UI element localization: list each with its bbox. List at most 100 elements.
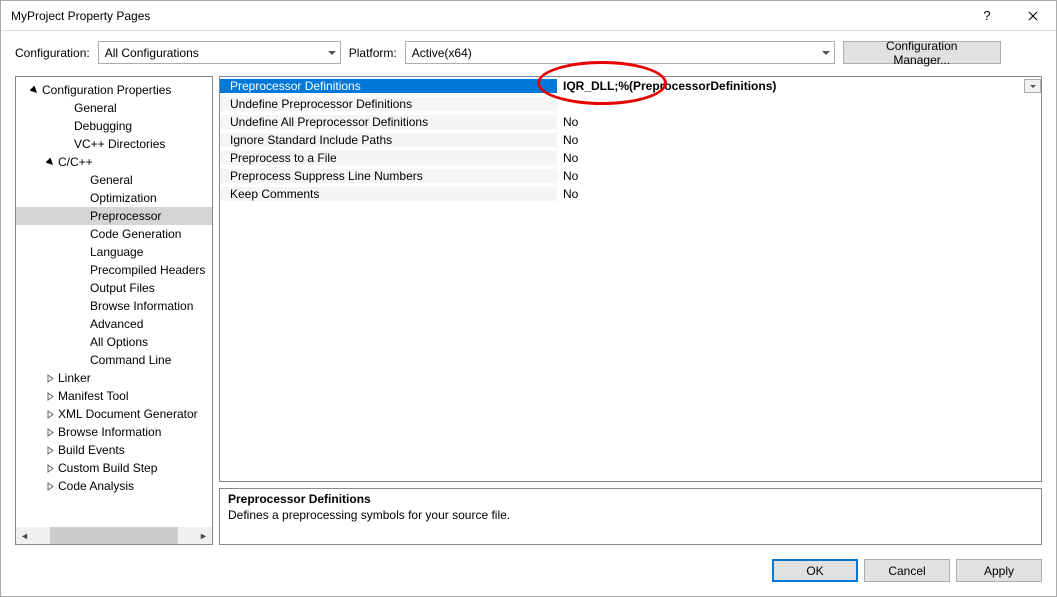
tree-row[interactable]: XML Document Generator bbox=[16, 405, 212, 423]
tree-label: Code Generation bbox=[90, 227, 181, 241]
scroll-left-arrow[interactable]: ◄ bbox=[16, 527, 33, 544]
ok-button[interactable]: OK bbox=[772, 559, 858, 582]
tree-label: Precompiled Headers bbox=[90, 263, 205, 277]
expander-closed-icon[interactable] bbox=[42, 410, 58, 419]
tree-label: General bbox=[90, 173, 133, 187]
window-title: MyProject Property Pages bbox=[11, 9, 964, 23]
expander-closed-icon[interactable] bbox=[42, 392, 58, 401]
property-value[interactable]: IQR_DLL;%(PreprocessorDefinitions) bbox=[557, 79, 1041, 93]
tree-label: Advanced bbox=[90, 317, 143, 331]
tree-row[interactable]: Custom Build Step bbox=[16, 459, 212, 477]
tree-row[interactable]: Code Analysis bbox=[16, 477, 212, 495]
tree-label: Browse Information bbox=[90, 299, 193, 313]
tree-row[interactable]: All Options bbox=[16, 333, 212, 351]
property-row[interactable]: Undefine All Preprocessor DefinitionsNo bbox=[220, 113, 1041, 131]
property-row[interactable]: Undefine Preprocessor Definitions bbox=[220, 95, 1041, 113]
close-button[interactable] bbox=[1010, 1, 1056, 31]
expander-open-icon[interactable] bbox=[42, 158, 58, 167]
chevron-down-icon bbox=[822, 51, 830, 55]
expander-closed-icon[interactable] bbox=[42, 374, 58, 383]
tree-row[interactable]: Debugging bbox=[16, 117, 212, 135]
tree-row[interactable]: Build Events bbox=[16, 441, 212, 459]
tree-label: Linker bbox=[58, 371, 91, 385]
scroll-thumb[interactable] bbox=[33, 527, 195, 544]
tree-row[interactable]: Browse Information bbox=[16, 297, 212, 315]
property-name: Undefine All Preprocessor Definitions bbox=[220, 115, 557, 129]
tree-row[interactable]: General bbox=[16, 171, 212, 189]
tree-row[interactable]: Precompiled Headers bbox=[16, 261, 212, 279]
configuration-manager-button[interactable]: Configuration Manager... bbox=[843, 41, 1001, 64]
tree-row[interactable]: Optimization bbox=[16, 189, 212, 207]
configuration-label: Configuration: bbox=[15, 46, 90, 60]
property-row[interactable]: Ignore Standard Include PathsNo bbox=[220, 131, 1041, 149]
tree-label: Command Line bbox=[90, 353, 171, 367]
tree-row[interactable]: Command Line bbox=[16, 351, 212, 369]
dialog-buttons: OK Cancel Apply bbox=[1, 549, 1056, 596]
property-name: Preprocess Suppress Line Numbers bbox=[220, 169, 557, 183]
tree-row[interactable]: Language bbox=[16, 243, 212, 261]
tree-row[interactable]: Preprocessor bbox=[16, 207, 212, 225]
property-value[interactable]: No bbox=[557, 169, 1041, 183]
property-name: Preprocessor Definitions bbox=[220, 79, 557, 93]
chevron-down-icon bbox=[1030, 85, 1036, 88]
property-row[interactable]: Preprocessor DefinitionsIQR_DLL;%(Prepro… bbox=[220, 77, 1041, 95]
tree-row[interactable]: Advanced bbox=[16, 315, 212, 333]
property-value[interactable]: No bbox=[557, 187, 1041, 201]
configuration-dropdown[interactable]: All Configurations bbox=[98, 41, 341, 64]
tree-row[interactable]: General bbox=[16, 99, 212, 117]
main-area: Configuration Properties General Debugging… bbox=[1, 76, 1056, 549]
platform-dropdown[interactable]: Active(x64) bbox=[405, 41, 835, 64]
tree-label: Custom Build Step bbox=[58, 461, 157, 475]
titlebar: MyProject Property Pages ? bbox=[1, 1, 1056, 31]
horizontal-scrollbar[interactable]: ◄ ► bbox=[16, 527, 212, 544]
tree-row[interactable]: Code Generation bbox=[16, 225, 212, 243]
expander-closed-icon[interactable] bbox=[42, 482, 58, 491]
tree-label: Optimization bbox=[90, 191, 157, 205]
tree-label: Configuration Properties bbox=[42, 83, 171, 97]
tree-label: Build Events bbox=[58, 443, 125, 457]
tree-row[interactable]: Browse Information bbox=[16, 423, 212, 441]
property-row[interactable]: Preprocess Suppress Line NumbersNo bbox=[220, 167, 1041, 185]
property-value[interactable]: No bbox=[557, 151, 1041, 165]
chevron-down-icon bbox=[328, 51, 336, 55]
expander-closed-icon[interactable] bbox=[42, 464, 58, 473]
tree-label: C/C++ bbox=[58, 155, 93, 169]
property-name: Undefine Preprocessor Definitions bbox=[220, 97, 557, 111]
tree-label: All Options bbox=[90, 335, 148, 349]
apply-button[interactable]: Apply bbox=[956, 559, 1042, 582]
configuration-value: All Configurations bbox=[105, 46, 199, 60]
tree-label: Code Analysis bbox=[58, 479, 134, 493]
expander-open-icon[interactable] bbox=[26, 86, 42, 95]
tree-label: General bbox=[74, 101, 117, 115]
tree-row[interactable]: Linker bbox=[16, 369, 212, 387]
description-text: Defines a preprocessing symbols for your… bbox=[228, 508, 1033, 522]
property-name: Ignore Standard Include Paths bbox=[220, 133, 557, 147]
property-value[interactable]: No bbox=[557, 115, 1041, 129]
expander-closed-icon[interactable] bbox=[42, 446, 58, 455]
property-row[interactable]: Keep CommentsNo bbox=[220, 185, 1041, 203]
help-button[interactable]: ? bbox=[964, 1, 1010, 31]
tree-row[interactable]: Output Files bbox=[16, 279, 212, 297]
scroll-right-arrow[interactable]: ► bbox=[195, 527, 212, 544]
description-pane: Preprocessor Definitions Defines a prepr… bbox=[219, 488, 1042, 545]
property-name: Preprocess to a File bbox=[220, 151, 557, 165]
expander-closed-icon[interactable] bbox=[42, 428, 58, 437]
tree-row[interactable]: Configuration Properties bbox=[16, 81, 212, 99]
tree-label: XML Document Generator bbox=[58, 407, 198, 421]
tree-row[interactable]: Manifest Tool bbox=[16, 387, 212, 405]
platform-value: Active(x64) bbox=[412, 46, 472, 60]
property-tree[interactable]: Configuration Properties General Debugging… bbox=[16, 77, 212, 527]
tree-label: Browse Information bbox=[58, 425, 161, 439]
property-row[interactable]: Preprocess to a FileNo bbox=[220, 149, 1041, 167]
tree-label: VC++ Directories bbox=[74, 137, 165, 151]
property-grid: Preprocessor DefinitionsIQR_DLL;%(Prepro… bbox=[219, 76, 1042, 482]
tree-row[interactable]: VC++ Directories bbox=[16, 135, 212, 153]
config-row: Configuration: All Configurations Platfo… bbox=[1, 31, 1056, 76]
platform-label: Platform: bbox=[349, 46, 397, 60]
property-name: Keep Comments bbox=[220, 187, 557, 201]
tree-label: Debugging bbox=[74, 119, 132, 133]
tree-row[interactable]: C/C++ bbox=[16, 153, 212, 171]
cancel-button[interactable]: Cancel bbox=[864, 559, 950, 582]
property-value[interactable]: No bbox=[557, 133, 1041, 147]
property-dropdown-button[interactable] bbox=[1024, 79, 1041, 93]
